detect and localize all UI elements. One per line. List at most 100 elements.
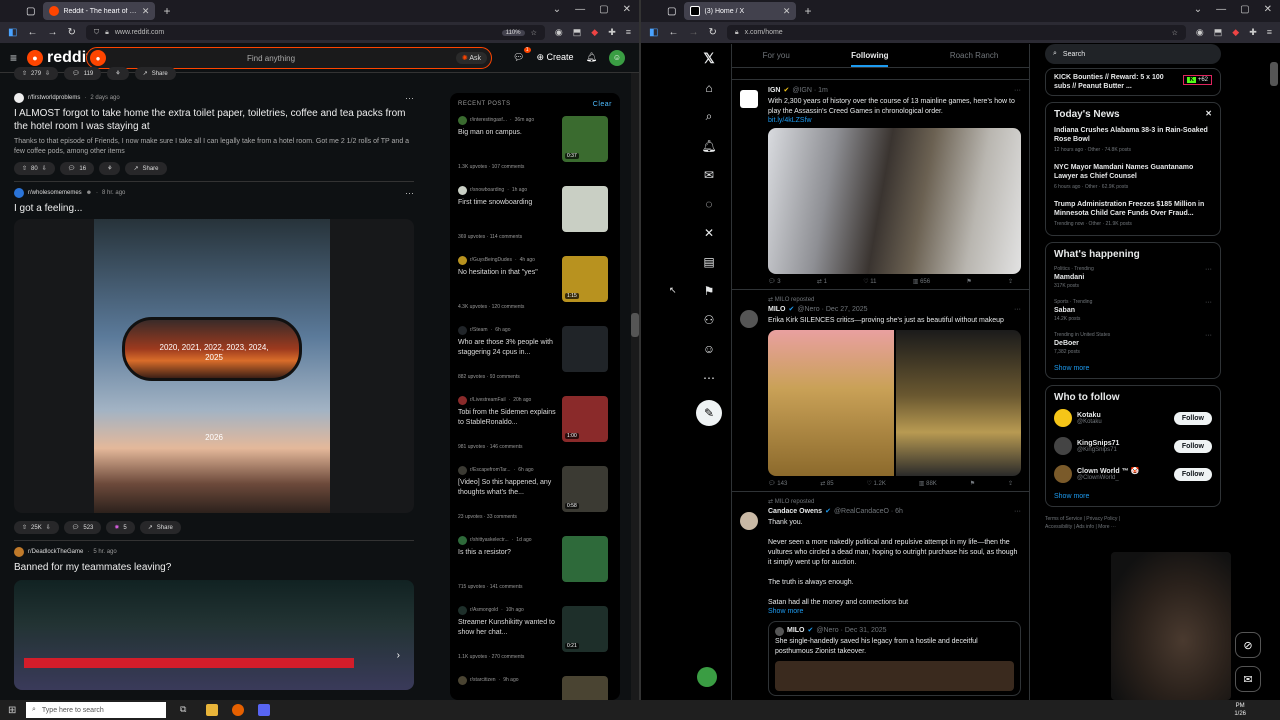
tab-for-you[interactable]: For you: [763, 51, 790, 60]
trend-item[interactable]: Trending in United States DeBoer 7,382 pos…: [1054, 332, 1212, 355]
tweet[interactable]: IGN ✔ @IGN · 1m ··· With 2,300 years of his…: [732, 80, 1029, 290]
recent-title[interactable]: First time snowboarding: [458, 198, 563, 228]
tweet-author[interactable]: IGN: [768, 86, 780, 96]
menu-icon[interactable]: ≡: [626, 27, 631, 38]
recent-subreddit[interactable]: r/LivestreamFail: [470, 397, 506, 403]
recent-subreddit[interactable]: r/shittyaskelectr...: [470, 537, 509, 543]
post-card[interactable]: r/DeadlockTheGame · 5 hr. ago Banned for …: [14, 545, 414, 690]
reddit-logo[interactable]: ● reddit: [27, 49, 91, 67]
more-options-icon[interactable]: ···: [1205, 266, 1212, 273]
show-more-link[interactable]: Show more: [1054, 493, 1212, 500]
tweet-image[interactable]: [768, 330, 1021, 476]
recent-post-item[interactable]: r/starcitizen·9h ago ·: [458, 674, 612, 700]
scrollbar[interactable]: [631, 73, 639, 700]
task-view-icon[interactable]: ⧉: [180, 704, 192, 716]
account-avatar[interactable]: [697, 667, 717, 687]
address-bar[interactable]: 🔒︎ x.com/home ☆: [726, 25, 1186, 40]
footer-line-1[interactable]: Terms of Service | Privacy Policy |: [1045, 515, 1221, 523]
recent-thumbnail[interactable]: 0:21: [562, 606, 608, 652]
show-more-link[interactable]: Show more: [768, 608, 1021, 615]
recent-subreddit[interactable]: r/snowboarding: [470, 187, 504, 193]
reply-button[interactable]: 💬︎ 3: [768, 278, 781, 285]
close-window-button[interactable]: ✕: [1264, 4, 1272, 15]
home-icon[interactable]: ⌂: [699, 73, 719, 102]
recent-thumbnail[interactable]: 1:15: [562, 256, 608, 302]
carousel-next-icon[interactable]: ›: [397, 650, 400, 661]
reload-button[interactable]: ↻: [67, 27, 75, 38]
tab-overview-icon[interactable]: ▢: [667, 6, 676, 17]
maximize-button[interactable]: ▢: [599, 4, 608, 15]
recent-title[interactable]: Big man on campus.: [458, 128, 563, 158]
follow-suggestion[interactable]: Clown World ™ 🤡 @ClownWorld_ Follow: [1054, 465, 1212, 483]
recent-thumbnail[interactable]: [562, 676, 608, 700]
share-button[interactable]: ↗ Share: [139, 521, 181, 534]
notifications-bell-icon[interactable]: 🔔︎: [586, 52, 597, 63]
maximize-button[interactable]: ▢: [1240, 4, 1249, 15]
recent-post-item[interactable]: r/interestingasf... · 36m ago Big man on ca…: [458, 114, 612, 184]
more-options-icon[interactable]: ···: [1014, 305, 1021, 315]
avatar[interactable]: [740, 310, 758, 328]
profile-icon[interactable]: ☺: [699, 334, 719, 363]
communities-icon[interactable]: ⚇: [699, 305, 719, 334]
bookmark-icon[interactable]: ⚑: [970, 480, 975, 487]
tweet[interactable]: ⇄ MILO reposted MILO ✔ @Nero · Dec 27, 202…: [732, 290, 1029, 492]
tab-roach-ranch[interactable]: Roach Ranch: [950, 51, 998, 60]
recent-title[interactable]: Who are those 3% people with staggering …: [458, 338, 563, 368]
subreddit-name[interactable]: r/wholesomememes: [28, 190, 82, 196]
tweet-author[interactable]: Candace Owens: [768, 507, 822, 517]
recent-post-item[interactable]: r/Steam · 6h ago Who are those 3% people wi…: [458, 324, 612, 394]
search-input[interactable]: ⌕ Search: [1045, 44, 1221, 64]
share-icon[interactable]: ⇪: [1008, 278, 1013, 285]
compose-post-button[interactable]: ✎: [696, 400, 722, 426]
shield-extension-icon[interactable]: ◆: [1232, 27, 1239, 38]
more-options-icon[interactable]: ···: [1014, 86, 1021, 96]
bookmark-star-icon[interactable]: ☆: [1172, 29, 1178, 37]
recent-post-item[interactable]: r/EscapefromTar... · 6h ago [Video] So this…: [458, 464, 612, 534]
tweet-author[interactable]: MILO: [768, 305, 786, 315]
post-image[interactable]: 2020, 2021, 2022, 2023, 2024, 2025 2026: [14, 219, 414, 513]
recent-thumbnail[interactable]: [562, 326, 608, 372]
bookmark-star-icon[interactable]: ☆: [531, 29, 537, 37]
avatar[interactable]: [740, 90, 758, 108]
retweet-button[interactable]: ⇄ 1: [817, 278, 827, 285]
recent-title[interactable]: Tobi from the Sidemen explains to Stable…: [458, 408, 563, 438]
new-tab-button[interactable]: +: [163, 4, 170, 18]
share-icon[interactable]: ⇪: [1008, 480, 1013, 487]
recent-subreddit[interactable]: r/starcitizen: [470, 677, 496, 683]
recent-post-item[interactable]: r/LivestreamFail · 20h ago Tobi from the Si…: [458, 394, 612, 464]
bookmarks-icon[interactable]: ⚑: [699, 276, 719, 305]
comments-button[interactable]: 💬︎ 16: [59, 162, 95, 175]
more-options-icon[interactable]: ···: [1014, 507, 1021, 517]
puzzle-icon[interactable]: ✚: [1249, 27, 1257, 38]
system-clock[interactable]: PM 1/26: [1234, 702, 1246, 718]
lists-icon[interactable]: ▤: [699, 247, 719, 276]
recent-title[interactable]: [Video] So this happened, any thoughts w…: [458, 478, 563, 508]
more-options-icon[interactable]: ···: [1205, 299, 1212, 306]
recent-post-item[interactable]: r/GuysBeingDudes · 4h ago No hesitation in …: [458, 254, 612, 324]
sidebar-icon[interactable]: ◧: [8, 27, 17, 38]
recent-thumbnail[interactable]: [562, 186, 608, 232]
notifications-icon[interactable]: 🔔︎: [699, 131, 719, 160]
pocket-icon[interactable]: ⬒: [573, 27, 582, 38]
show-more-link[interactable]: Show more: [1054, 365, 1212, 372]
share-button[interactable]: ↗ Share: [125, 162, 167, 175]
news-item[interactable]: Trump Administration Freezes $185 Millio…: [1054, 200, 1212, 227]
close-icon[interactable]: ✕: [1205, 109, 1212, 120]
taskbar-search[interactable]: ⌕ Type here to search: [26, 702, 166, 718]
messages-floating-button[interactable]: ✉: [1235, 666, 1261, 692]
vote-pill[interactable]: ⇧ 80 ⇩: [14, 162, 55, 175]
award-button[interactable]: ⚘: [99, 162, 121, 175]
trend-item[interactable]: Politics · Trending Mamdani 317K posts ···: [1054, 266, 1212, 289]
create-button[interactable]: ⊕ Create: [537, 52, 574, 63]
ask-button[interactable]: ✺ Ask: [455, 52, 487, 64]
extension-icon[interactable]: ◉: [555, 27, 563, 38]
vote-pill[interactable]: ⇧ 25K ⇩: [14, 521, 59, 534]
minimize-button[interactable]: —: [1216, 4, 1226, 15]
recent-post-item[interactable]: r/snowboarding · 1h ago First time snowboar…: [458, 184, 612, 254]
scrollbar-thumb[interactable]: [631, 313, 639, 337]
assassins-creed-image[interactable]: [768, 128, 1021, 274]
x-logo-icon[interactable]: 𝕏: [699, 44, 719, 73]
post-card[interactable]: r/firstworldproblems · 2 days ago ··· I A…: [14, 91, 414, 175]
post-title[interactable]: I got a feeling...: [14, 202, 414, 215]
follow-button[interactable]: Follow: [1173, 411, 1212, 425]
